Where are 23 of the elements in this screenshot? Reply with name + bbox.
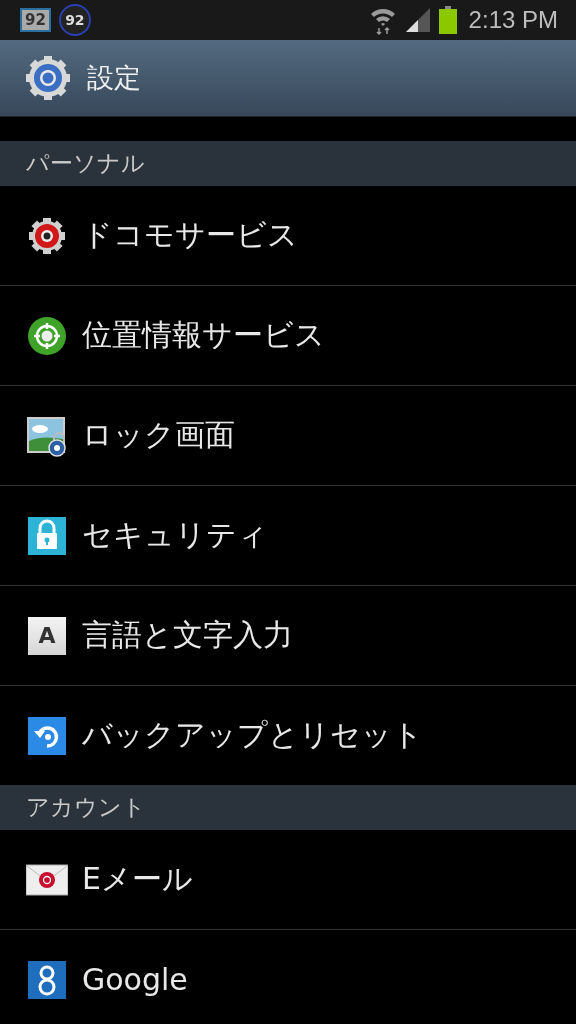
gear-icon bbox=[23, 53, 73, 103]
settings-item[interactable]: セキュリティ bbox=[82, 515, 268, 556]
section-header: アカウント bbox=[0, 785, 576, 830]
battery-icon bbox=[438, 6, 457, 34]
settings-item[interactable]: Google bbox=[82, 962, 188, 997]
location-icon bbox=[26, 314, 68, 357]
battery-notification: 92 bbox=[20, 8, 51, 32]
settings-item[interactable]: 言語と文字入力 bbox=[82, 615, 293, 656]
settings-item[interactable]: バックアップとリセット bbox=[82, 715, 423, 756]
settings-item[interactable]: Eメール bbox=[82, 859, 193, 900]
language-icon: A bbox=[28, 616, 66, 655]
settings-item[interactable]: ロック画面 bbox=[82, 415, 235, 456]
account-icon bbox=[26, 958, 68, 1001]
backup-icon bbox=[26, 714, 68, 757]
ring-notification: 92 bbox=[58, 4, 91, 36]
padlock-icon bbox=[26, 514, 68, 557]
settings-item[interactable]: ドコモサービス bbox=[82, 215, 298, 256]
screen-title: 設定 bbox=[87, 61, 141, 95]
settings-item[interactable]: 位置情報サービス bbox=[82, 315, 325, 356]
signal-icon bbox=[404, 7, 431, 33]
landscape-lock-icon bbox=[26, 414, 68, 457]
status-time: 2:13 PM bbox=[468, 6, 558, 34]
section-header: パーソナル bbox=[0, 141, 576, 186]
